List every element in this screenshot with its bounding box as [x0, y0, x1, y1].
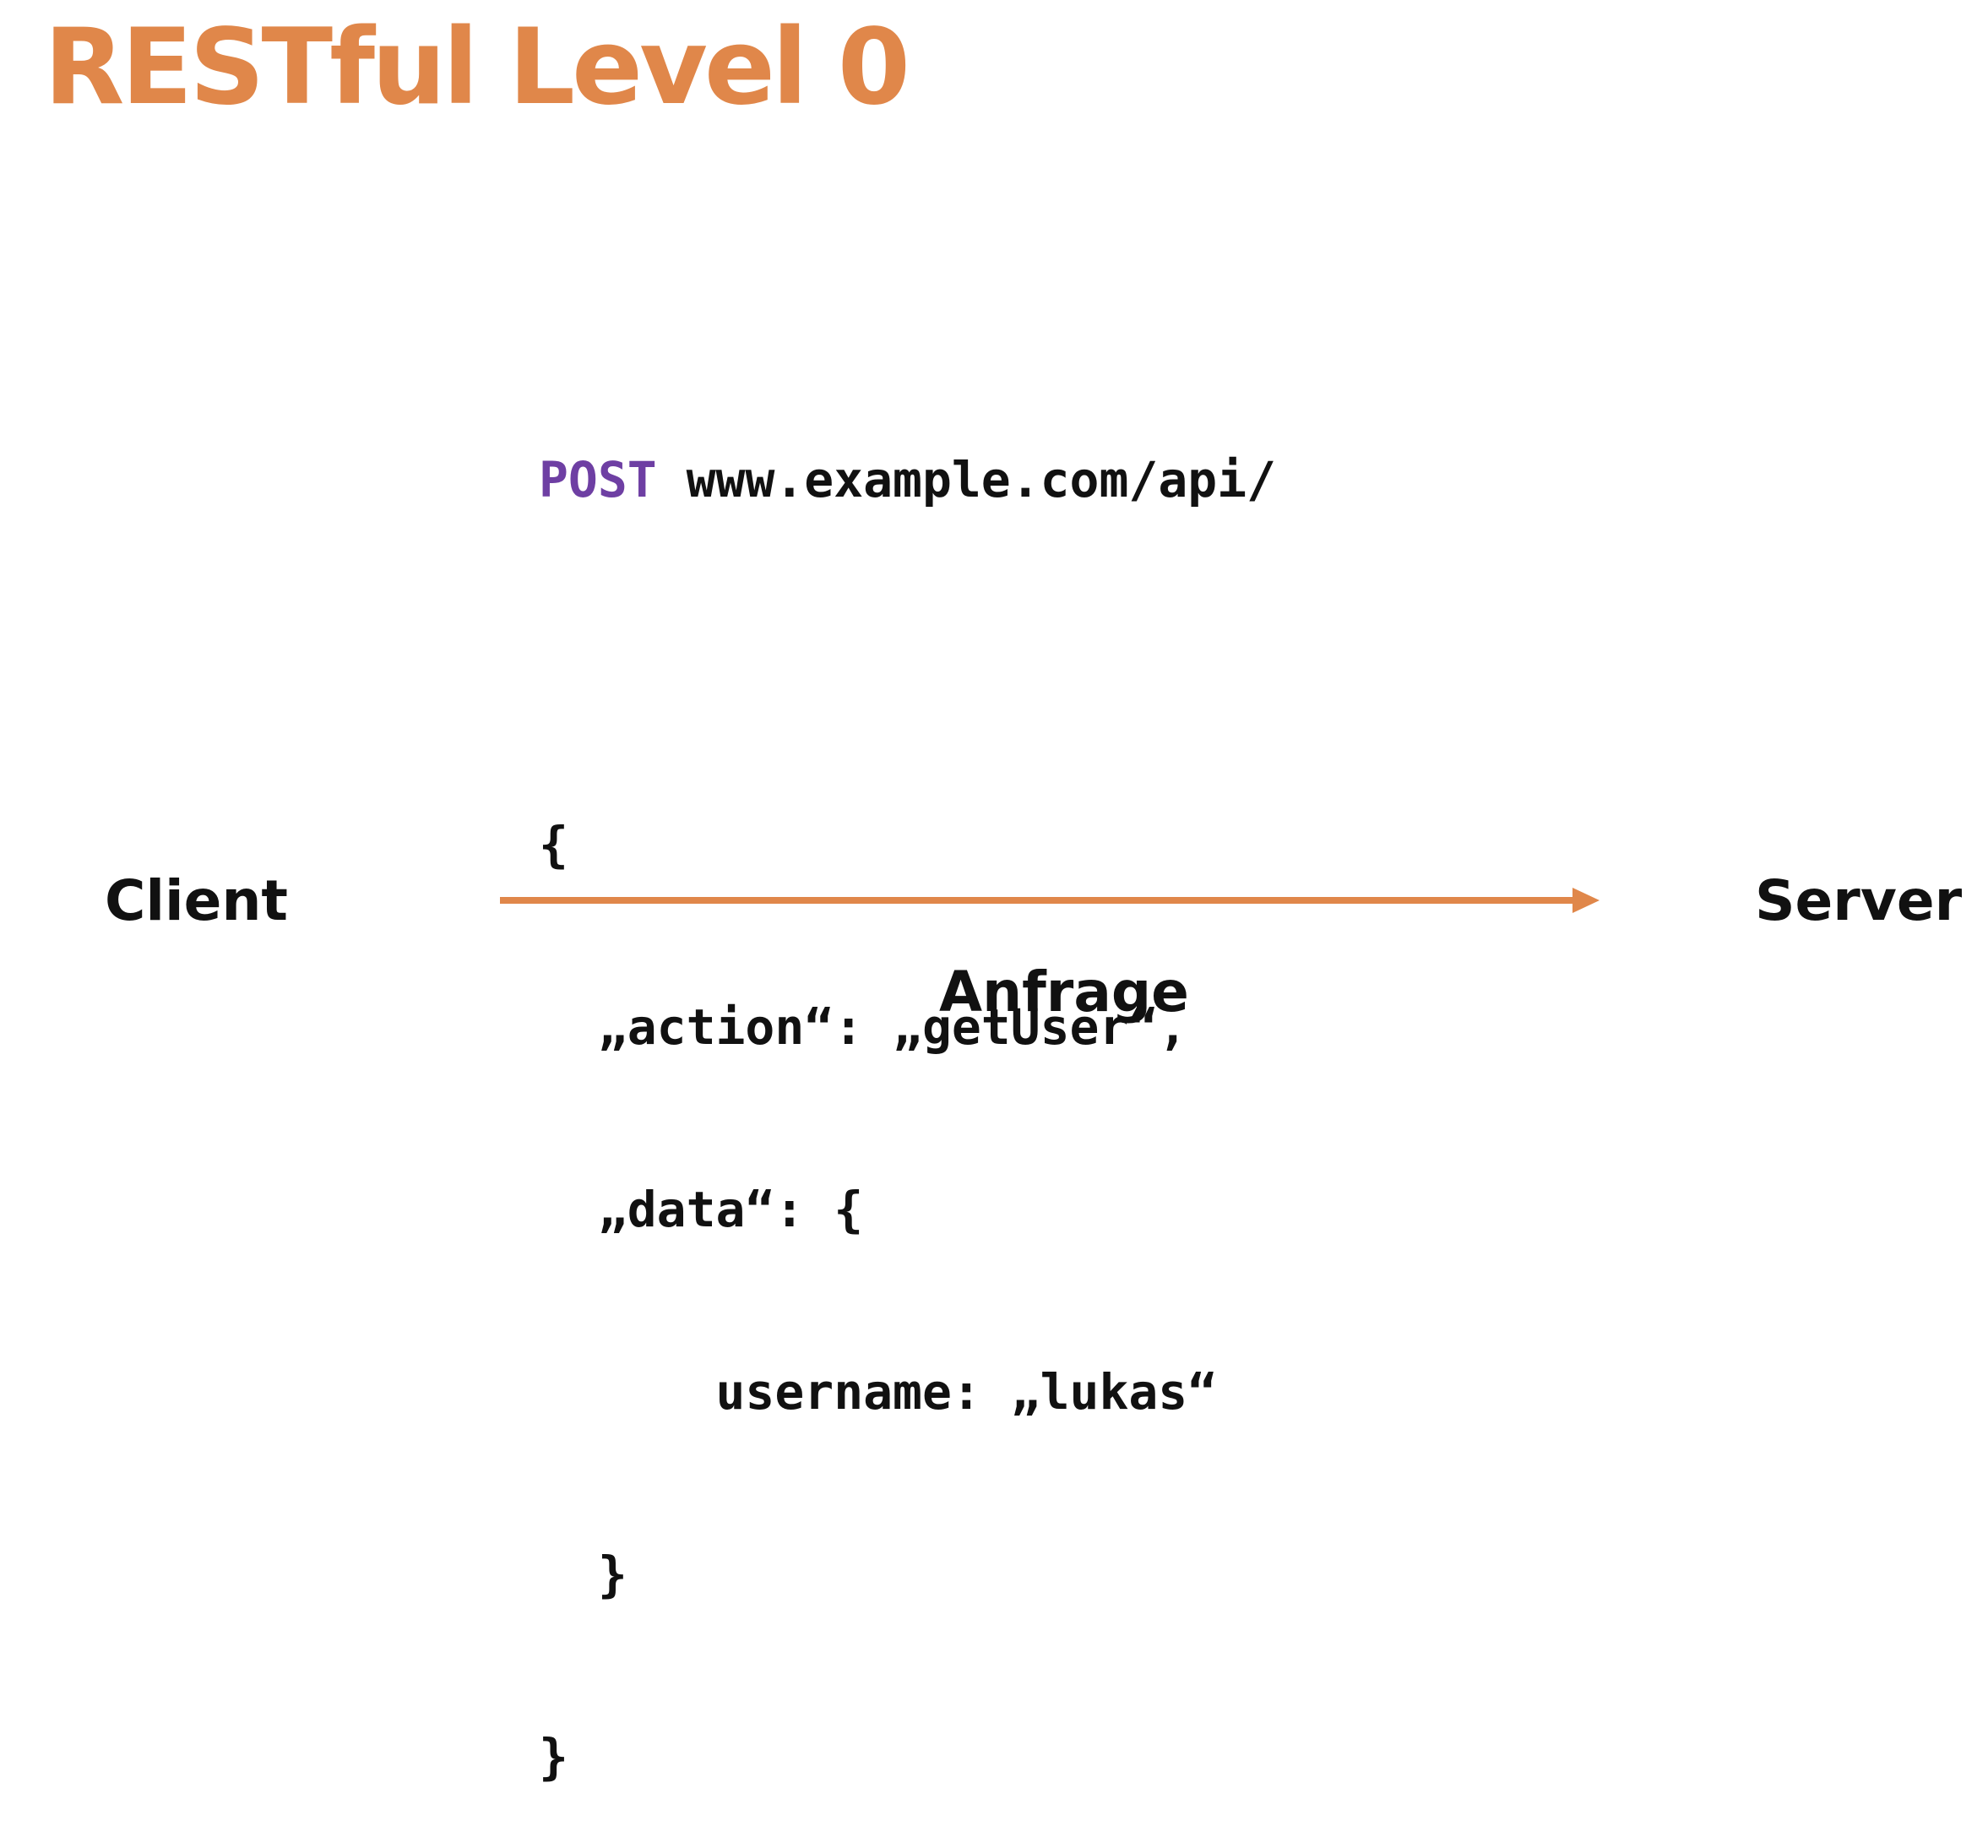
http-method: POST	[539, 451, 657, 508]
server-label: Server	[1755, 868, 1963, 933]
slide-title: RESTful Level 0	[44, 7, 910, 128]
body-line: }	[539, 1728, 568, 1785]
body-line: {	[539, 816, 568, 873]
body-line: „data“: {	[539, 1181, 864, 1238]
request-arrow-label: Anfrage	[939, 959, 1189, 1025]
body-line: }	[539, 1546, 627, 1603]
request-url: www.example.com/api/	[686, 451, 1276, 508]
request-code-block: POST www.example.com/api/ { „action“: „g…	[539, 328, 1276, 1848]
arrow-head	[1572, 888, 1600, 913]
client-label: Client	[105, 868, 288, 933]
body-line: username: „lukas“	[539, 1363, 1218, 1421]
request-line: POST www.example.com/api/	[539, 449, 1276, 510]
